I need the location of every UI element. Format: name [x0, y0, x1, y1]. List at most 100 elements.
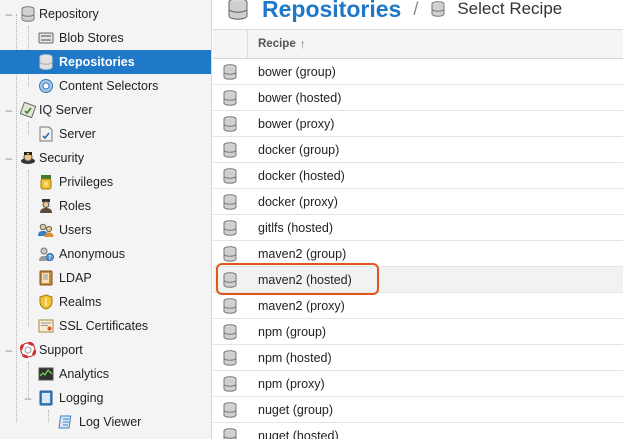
recipe-row[interactable]: bower (group)	[213, 59, 623, 85]
sidebar-item-label: Users	[59, 223, 92, 237]
recipe-label: nuget (group)	[258, 402, 334, 417]
sidebar-item-label: IQ Server	[39, 103, 93, 117]
database-icon	[222, 90, 238, 106]
recipe-label: npm (hosted)	[258, 350, 332, 365]
database-icon	[38, 54, 54, 70]
recipe-column-header[interactable]: Recipe ↑	[258, 30, 306, 58]
sidebar-item-label: Privileges	[59, 175, 114, 189]
admin-sidebar: – Repository Blob Stores Repositories Co…	[0, 0, 212, 439]
recipe-label: docker (hosted)	[258, 168, 345, 183]
breadcrumb: Repositories / Select Recipe	[213, 0, 623, 26]
sidebar-item-label: Realms	[59, 295, 102, 309]
recipe-label: bower (group)	[258, 64, 336, 79]
recipe-label: bower (proxy)	[258, 116, 335, 131]
app-root: – Repository Blob Stores Repositories Co…	[0, 0, 623, 439]
collapse-toggle[interactable]: –	[4, 151, 14, 165]
collapse-toggle[interactable]: –	[4, 103, 14, 117]
recipe-row[interactable]: maven2 (group)	[213, 241, 623, 267]
sidebar-item-ldap[interactable]: LDAP	[0, 266, 211, 290]
privileges-icon	[38, 174, 54, 190]
sidebar-item-label: SSL Certificates	[59, 319, 149, 333]
ssl-certificates-icon	[38, 318, 54, 334]
recipe-row[interactable]: docker (group)	[213, 137, 623, 163]
analytics-icon	[38, 366, 54, 382]
database-icon	[222, 324, 238, 340]
sidebar-item-analytics[interactable]: Analytics	[0, 362, 211, 386]
sidebar-item-label: Log Viewer	[79, 415, 142, 429]
database-icon	[222, 246, 238, 262]
breadcrumb-current: Select Recipe	[457, 0, 563, 18]
recipe-row[interactable]: bower (hosted)	[213, 85, 623, 111]
sidebar-item-privileges[interactable]: Privileges	[0, 170, 211, 194]
database-icon	[222, 376, 238, 392]
collapse-toggle[interactable]: –	[4, 7, 14, 21]
support-icon	[20, 342, 36, 358]
recipe-row[interactable]: maven2 (hosted)	[213, 267, 623, 293]
recipe-row[interactable]: nuget (group)	[213, 397, 623, 423]
collapse-toggle[interactable]: –	[4, 343, 14, 357]
recipe-label: maven2 (hosted)	[258, 272, 352, 287]
content-selector-icon	[38, 78, 54, 94]
database-icon	[222, 298, 238, 314]
database-icon	[222, 142, 238, 158]
column-header-label: Recipe	[258, 38, 296, 50]
database-icon	[222, 168, 238, 184]
recipe-row[interactable]: npm (proxy)	[213, 371, 623, 397]
database-icon	[222, 194, 238, 210]
sidebar-item-server[interactable]: Server	[0, 122, 211, 146]
server-icon	[38, 126, 54, 142]
sidebar-item-repositories[interactable]: Repositories	[0, 50, 211, 74]
recipe-label: npm (group)	[258, 324, 327, 339]
database-icon	[222, 402, 238, 418]
users-icon	[38, 222, 54, 238]
recipe-label: maven2 (proxy)	[258, 298, 345, 313]
recipe-row[interactable]: npm (hosted)	[213, 345, 623, 371]
sidebar-item-label: Anonymous	[59, 247, 126, 261]
sidebar-item-iq-server[interactable]: – IQ Server	[0, 98, 211, 122]
sidebar-item-repository[interactable]: – Repository	[0, 2, 211, 26]
sidebar-item-support[interactable]: – Support	[0, 338, 211, 362]
icon-column-header	[213, 30, 248, 58]
recipe-label: npm (proxy)	[258, 376, 325, 391]
recipe-row[interactable]: bower (proxy)	[213, 111, 623, 137]
sidebar-item-content-selectors[interactable]: Content Selectors	[0, 74, 211, 98]
sidebar-item-ssl-certificates[interactable]: SSL Certificates	[0, 314, 211, 338]
sidebar-item-label: Support	[39, 343, 83, 357]
recipe-row[interactable]: docker (proxy)	[213, 189, 623, 215]
breadcrumb-repositories-link[interactable]: Repositories	[262, 0, 401, 23]
sidebar-item-realms[interactable]: Realms	[0, 290, 211, 314]
recipe-label: docker (proxy)	[258, 194, 338, 209]
recipe-label: nuget (hosted)	[258, 428, 339, 439]
realms-icon	[38, 294, 54, 310]
sidebar-item-security[interactable]: – Security	[0, 146, 211, 170]
collapse-toggle[interactable]: –	[23, 391, 33, 405]
anonymous-icon: ?	[38, 246, 54, 262]
logging-icon	[38, 390, 54, 406]
database-icon	[227, 0, 249, 20]
sidebar-item-blob-stores[interactable]: Blob Stores	[0, 26, 211, 50]
sidebar-item-logging[interactable]: – Logging	[0, 386, 211, 410]
recipe-row[interactable]: nuget (hosted)	[213, 423, 623, 439]
sidebar-item-label: LDAP	[59, 271, 92, 285]
recipe-row[interactable]: maven2 (proxy)	[213, 293, 623, 319]
blob-store-icon	[38, 30, 54, 46]
ldap-icon	[38, 270, 54, 286]
recipe-label: maven2 (group)	[258, 246, 347, 261]
recipe-row[interactable]: docker (hosted)	[213, 163, 623, 189]
database-icon	[222, 428, 238, 439]
sort-ascending-icon: ↑	[299, 37, 306, 51]
sidebar-item-log-viewer[interactable]: Log Viewer	[0, 410, 211, 434]
sidebar-item-anonymous[interactable]: ? Anonymous	[0, 242, 211, 266]
sidebar-item-users[interactable]: Users	[0, 218, 211, 242]
database-icon	[222, 116, 238, 132]
sidebar-item-label: Content Selectors	[59, 79, 159, 93]
sidebar-item-label: Security	[39, 151, 85, 165]
sidebar-item-label: Repository	[39, 7, 99, 21]
sidebar-item-label: Roles	[59, 199, 91, 213]
recipe-row[interactable]: npm (group)	[213, 319, 623, 345]
recipe-row[interactable]: gitlfs (hosted)	[213, 215, 623, 241]
recipe-label: docker (group)	[258, 142, 340, 157]
recipe-label: bower (hosted)	[258, 90, 342, 105]
iq-server-icon	[20, 102, 36, 118]
sidebar-item-roles[interactable]: Roles	[0, 194, 211, 218]
